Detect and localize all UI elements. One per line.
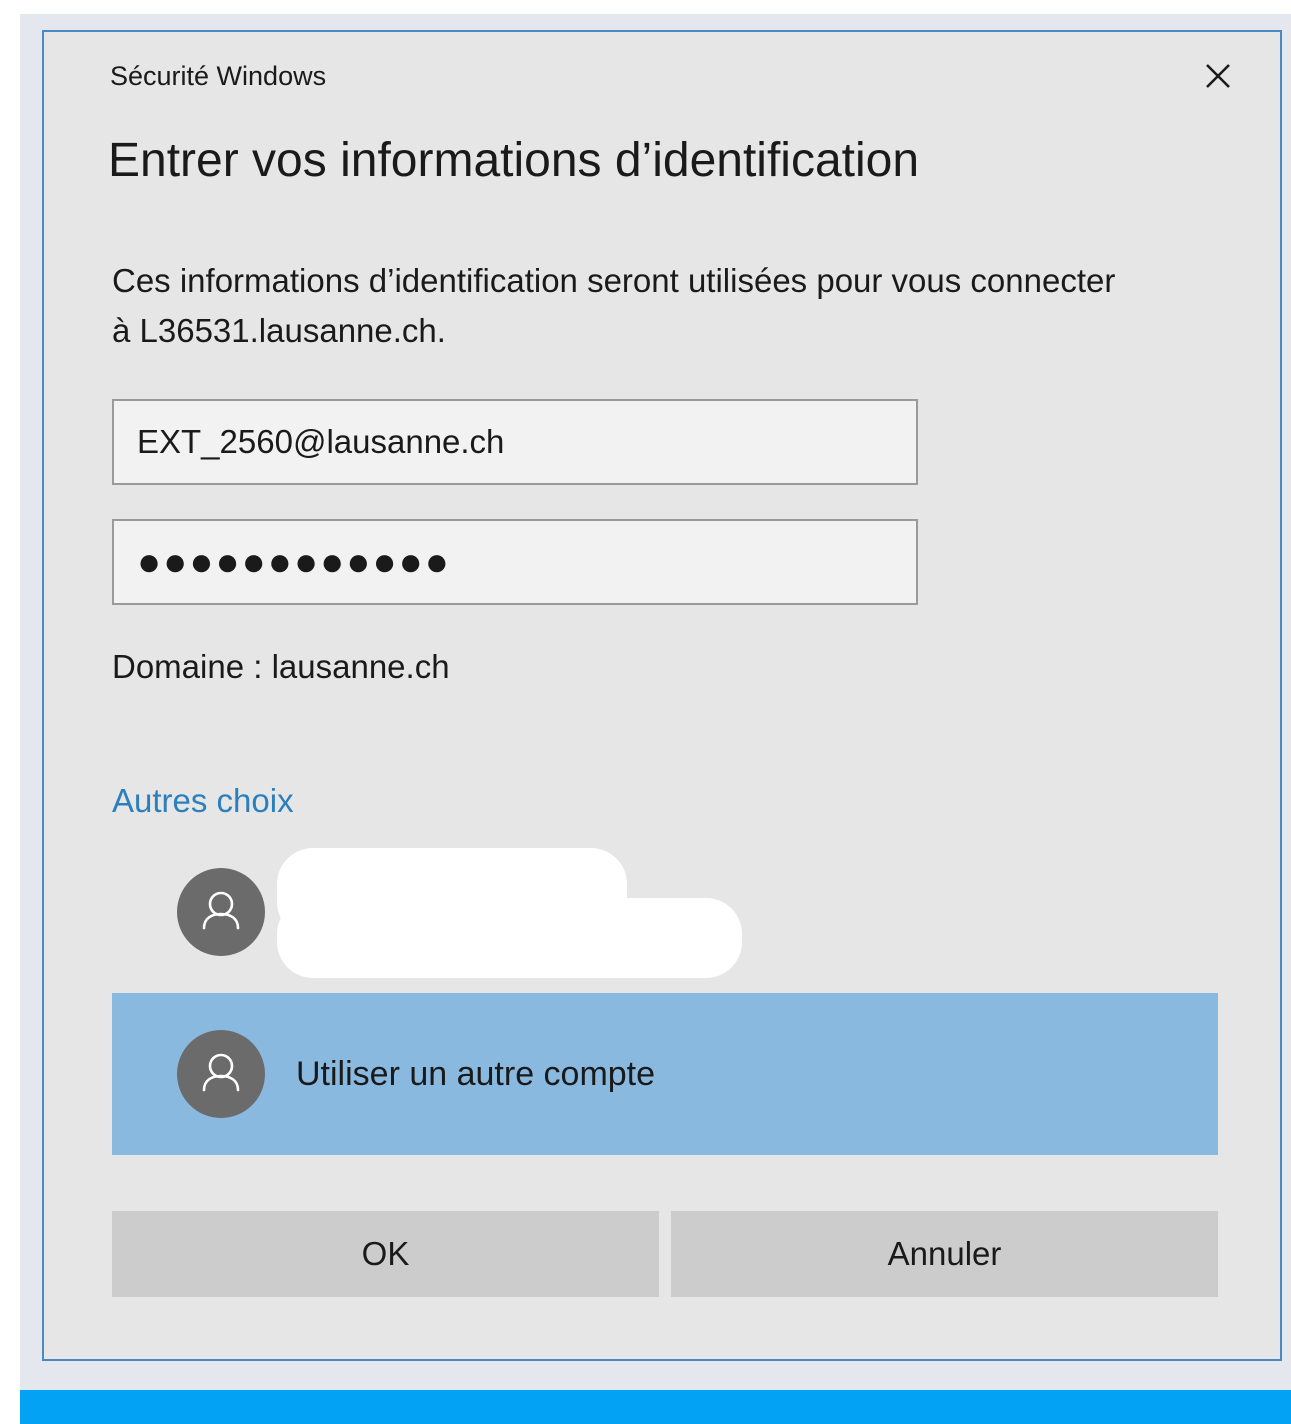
- domain-label: Domaine : lausanne.ch: [112, 648, 450, 685]
- close-icon: [1206, 64, 1230, 88]
- ok-button[interactable]: OK: [112, 1211, 659, 1297]
- dialog-heading: Entrer vos informations d’identification: [108, 134, 920, 187]
- password-field[interactable]: ●●●●●●●●●●●●: [112, 519, 918, 605]
- dialog-description: Ces informations d’identification seront…: [112, 262, 1116, 349]
- user-avatar-icon: [177, 1030, 265, 1118]
- taskbar-strip: [20, 1390, 1291, 1424]
- close-button[interactable]: [1194, 52, 1242, 100]
- account-option-label: Utiliser un autre compte: [296, 1055, 656, 1093]
- user-avatar-icon: [177, 868, 265, 956]
- account-option-saved[interactable]: [112, 848, 1218, 978]
- window-title: Sécurité Windows: [110, 61, 327, 91]
- more-choices-link[interactable]: Autres choix: [112, 780, 294, 822]
- redacted-account-detail: [277, 898, 742, 978]
- account-option-other[interactable]: Utiliser un autre compte: [112, 993, 1218, 1155]
- cancel-button[interactable]: Annuler: [671, 1211, 1218, 1297]
- credentials-dialog: Sécurité Windows Entrer vos informations…: [42, 30, 1282, 1361]
- username-field[interactable]: EXT_2560@lausanne.ch: [112, 399, 918, 485]
